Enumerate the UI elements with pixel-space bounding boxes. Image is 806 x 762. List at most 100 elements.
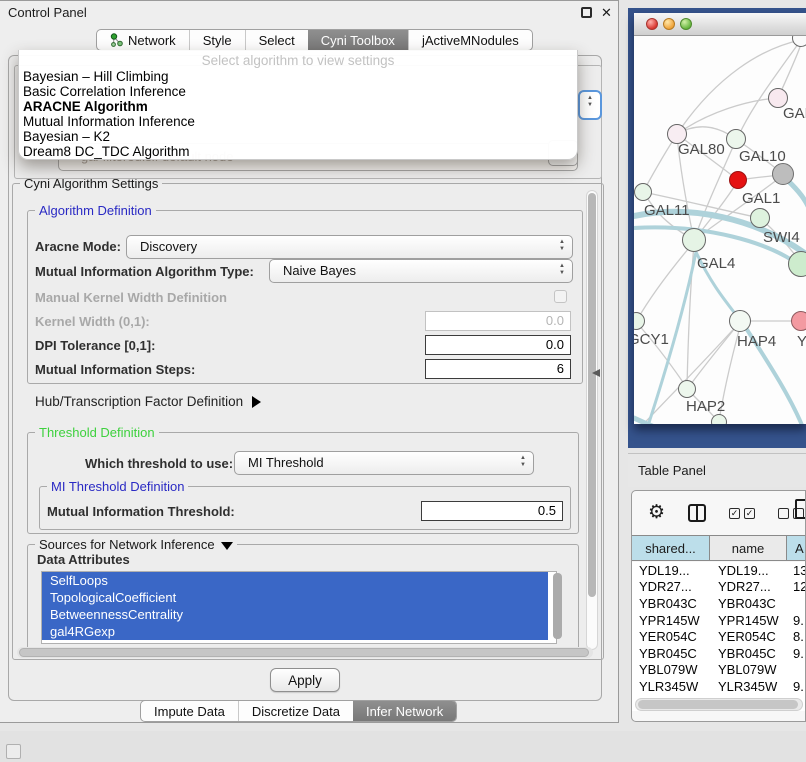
graph-node-gal4[interactable] [682, 228, 706, 252]
manual-kernel-label: Manual Kernel Width Definition [35, 290, 227, 305]
table-panel-window: ⚙ ✓✓ shared...nameA YDL19...YDL19...13YD… [631, 490, 806, 722]
graph-node[interactable] [711, 414, 727, 424]
mouse-cursor [592, 369, 600, 377]
tab-style[interactable]: Style [189, 30, 245, 50]
mi-threshold-group-title: MI Threshold Definition [47, 479, 188, 494]
table-cell: YBR045C [632, 646, 710, 661]
tab-infer-network[interactable]: Infer Network [353, 701, 456, 721]
close-icon[interactable]: ✕ [601, 7, 612, 18]
focused-spinner-fragment[interactable] [578, 90, 602, 120]
algorithm-dropdown-list: Bayesian – Hill ClimbingBasic Correlatio… [19, 70, 577, 159]
zoom-traffic-light[interactable] [680, 18, 692, 30]
dropdown-prompt: Select algorithm to view settings [19, 53, 577, 70]
scrollbar-thumb[interactable] [19, 648, 589, 657]
algorithm-option-aracne-algorithm[interactable]: ARACNE Algorithm [19, 100, 577, 115]
table-row[interactable]: YBL079WYBL079W [632, 662, 806, 679]
table-cell: YPR145W [632, 613, 710, 628]
which-threshold-value: MI Threshold [248, 455, 324, 470]
graph-node[interactable] [750, 208, 770, 228]
table-panel-band: Table Panel [628, 453, 806, 487]
column-header-shared[interactable]: shared... [632, 536, 710, 560]
split-view-icon[interactable] [688, 504, 706, 522]
settings-vertical-scrollbar[interactable] [586, 190, 598, 650]
algorithm-option-basic-correlation-inference[interactable]: Basic Correlation Inference [19, 85, 577, 100]
table-cell: YER054C [632, 629, 710, 644]
table-row[interactable]: YBR043CYBR043C [632, 595, 806, 612]
table-horizontal-scrollbar[interactable] [635, 698, 803, 711]
scrollbar-thumb[interactable] [588, 193, 596, 597]
graph-node-y[interactable] [791, 311, 806, 331]
float-window-icon[interactable] [581, 7, 592, 18]
spinner-icon [587, 93, 593, 110]
network-window-titlebar[interactable] [634, 13, 806, 36]
sources-group-title[interactable]: Sources for Network Inference [35, 537, 237, 552]
algorithm-option-mutual-information-inference[interactable]: Mutual Information Inference [19, 115, 577, 130]
table-row[interactable]: YDR27...YDR27...12 [632, 579, 806, 596]
graph-node-label: Y [797, 333, 806, 350]
mi-threshold-field[interactable]: 0.5 [421, 501, 563, 521]
dpi-tolerance-field[interactable]: 0.0 [425, 335, 571, 355]
control-panel-title: Control Panel [8, 5, 87, 20]
manual-kernel-checkbox[interactable] [554, 290, 567, 303]
table-row[interactable]: YPR145WYPR145W9. [632, 612, 806, 629]
settings-horizontal-scrollbar[interactable] [17, 647, 593, 658]
network-view-frame: GALGAL80GAL10GAL1GAL11SWI4GAL4GCY1HAP4YH… [628, 8, 806, 448]
apply-button[interactable]: Apply [270, 668, 340, 692]
graph-node-gal1[interactable] [729, 171, 747, 189]
tab-cyni-toolbox[interactable]: Cyni Toolbox [308, 30, 408, 50]
tab-network[interactable]: Network [97, 30, 189, 50]
mi-steps-field[interactable]: 6 [425, 359, 571, 379]
tab-select[interactable]: Select [245, 30, 308, 50]
tab-jactivemnodules[interactable]: jActiveMNodules [408, 30, 532, 50]
table-row[interactable]: YER054CYER054C8. [632, 628, 806, 645]
kernel-width-field[interactable]: 0.0 [425, 311, 571, 331]
graph-node-hap2[interactable] [678, 380, 696, 398]
table-cell: 13 [787, 563, 806, 578]
graph-node-gal10[interactable] [726, 129, 746, 149]
table-row[interactable]: YBR045CYBR045C9. [632, 645, 806, 662]
graph-node[interactable] [772, 163, 794, 185]
mi-threshold-label: Mutual Information Threshold: [47, 504, 235, 519]
network-canvas[interactable]: GALGAL80GAL10GAL1GAL11SWI4GAL4GCY1HAP4YH… [634, 36, 806, 424]
graph-node-gal11[interactable] [634, 183, 652, 201]
graph-node-label: GAL10 [739, 148, 786, 165]
gear-icon[interactable]: ⚙ [648, 503, 665, 523]
attribute-gal4rgexp[interactable]: gal4RGexp [42, 623, 548, 640]
table-cell: 9. [787, 646, 806, 661]
attribute-list-scrollbar[interactable] [553, 573, 562, 639]
attribute-selfloops[interactable]: SelfLoops [42, 572, 548, 589]
spinner-icon [520, 453, 526, 470]
column-header-a[interactable]: A [787, 536, 806, 560]
graph-node-label: GAL [783, 105, 806, 122]
table-icon[interactable] [795, 499, 806, 519]
close-traffic-light[interactable] [646, 18, 658, 30]
select-all-icon[interactable]: ✓✓ [729, 508, 755, 519]
table-cell: YDR27... [632, 579, 710, 594]
hub-definition-label[interactable]: Hub/Transcription Factor Definition [35, 394, 261, 409]
mi-type-combo[interactable]: Naive Bayes [269, 259, 573, 283]
algorithm-option-bayesian-hill-climbing[interactable]: Bayesian – Hill Climbing [19, 70, 577, 85]
table-cell: YDR27... [710, 579, 787, 594]
tab-discretize-data[interactable]: Discretize Data [238, 701, 353, 721]
minimize-traffic-light[interactable] [663, 18, 675, 30]
which-threshold-combo[interactable]: MI Threshold [234, 451, 534, 475]
table-row[interactable]: YLR345WYLR345W9. [632, 678, 806, 695]
algorithm-option-dream8-dc-tdc-algorithm[interactable]: Dream8 DC_TDC Algorithm [19, 145, 577, 160]
algorithm-option-bayesian-k2[interactable]: Bayesian – K2 [19, 130, 577, 145]
attribute-betweennesscentrality[interactable]: BetweennessCentrality [42, 606, 548, 623]
graph-node-label: SWI4 [763, 229, 800, 246]
table-cell: YLR345W [632, 679, 710, 694]
spinner-icon [559, 261, 565, 278]
table-row[interactable]: YDL19...YDL19...13 [632, 562, 806, 579]
threshold-definition-title: Threshold Definition [35, 425, 159, 440]
tab-impute-data[interactable]: Impute Data [141, 701, 238, 721]
panel-toggle-icon[interactable] [6, 744, 21, 759]
aracne-mode-combo[interactable]: Discovery [126, 235, 573, 259]
tab-label: Network [128, 33, 176, 48]
tab-label: Infer Network [366, 704, 443, 719]
column-header-name[interactable]: name [710, 536, 787, 560]
scrollbar-thumb[interactable] [638, 700, 798, 709]
dpi-tolerance-label: DPI Tolerance [0,1]: [35, 338, 155, 353]
graph-node-hap4[interactable] [729, 310, 751, 332]
attribute-topologicalcoefficient[interactable]: TopologicalCoefficient [42, 589, 548, 606]
